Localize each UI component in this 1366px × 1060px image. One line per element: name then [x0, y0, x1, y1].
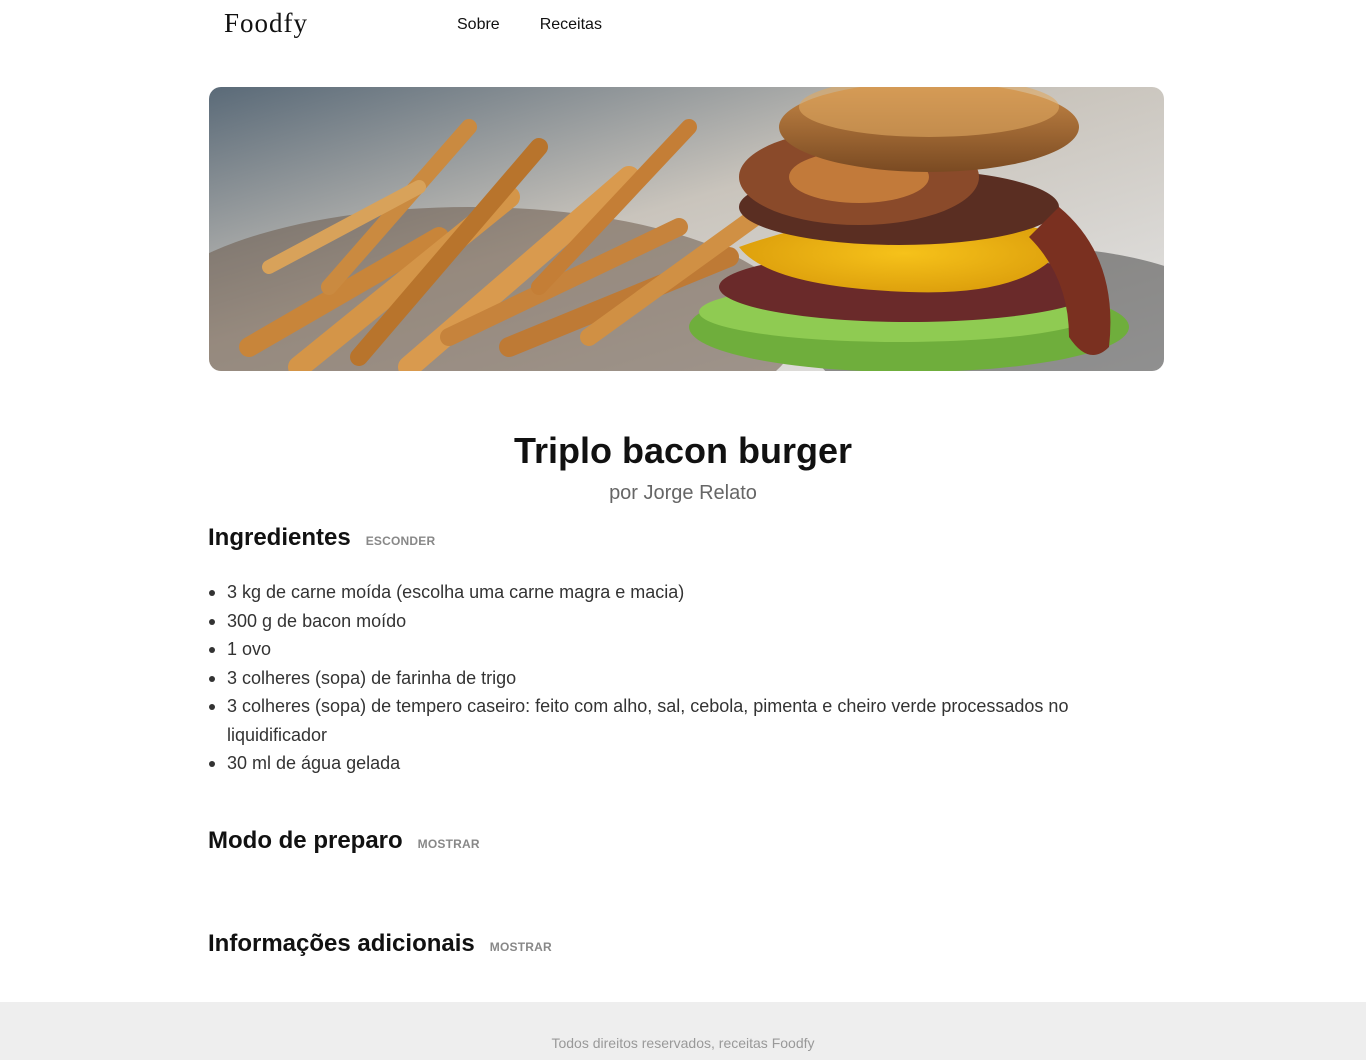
recipe-author: por Jorge Relato [609, 482, 757, 504]
list-item: 3 colheres (sopa) de farinha de trigo [209, 664, 1127, 693]
additional-info-header: Informações adicionais MOSTRAR [208, 930, 552, 958]
list-item: 3 kg de carne moída (escolha uma carne m… [209, 578, 1127, 607]
recipe-title: Triplo bacon burger [513, 430, 853, 471]
site-header: Foodfy Sobre Receitas [0, 0, 1366, 52]
main-nav: Sobre Receitas [457, 16, 602, 34]
list-item: 1 ovo [209, 635, 1127, 664]
additional-info-title: Informações adicionais [208, 930, 475, 957]
ingredients-list: 3 kg de carne moída (escolha uma carne m… [209, 578, 1127, 778]
ingredients-toggle-button[interactable]: ESCONDER [366, 534, 436, 548]
footer-text: Todos direitos reservados, receitas Food… [551, 1035, 815, 1051]
logo[interactable]: Foodfy [224, 8, 308, 39]
ingredients-title: Ingredientes [208, 524, 351, 551]
preparation-toggle-button[interactable]: MOSTRAR [418, 837, 480, 851]
additional-info-toggle-button[interactable]: MOSTRAR [490, 940, 552, 954]
list-item: 30 ml de água gelada [209, 749, 1127, 778]
nav-link-receitas[interactable]: Receitas [540, 16, 602, 34]
site-footer: Todos direitos reservados, receitas Food… [0, 1002, 1366, 1060]
list-item: 3 colheres (sopa) de tempero caseiro: fe… [209, 692, 1127, 749]
preparation-title: Modo de preparo [208, 827, 403, 854]
recipe-image [209, 87, 1164, 371]
list-item: 300 g de bacon moído [209, 607, 1127, 636]
nav-link-sobre[interactable]: Sobre [457, 16, 500, 34]
preparation-header: Modo de preparo MOSTRAR [208, 827, 480, 855]
burger-photo-icon [209, 87, 1164, 371]
ingredients-header: Ingredientes ESCONDER [208, 524, 435, 552]
